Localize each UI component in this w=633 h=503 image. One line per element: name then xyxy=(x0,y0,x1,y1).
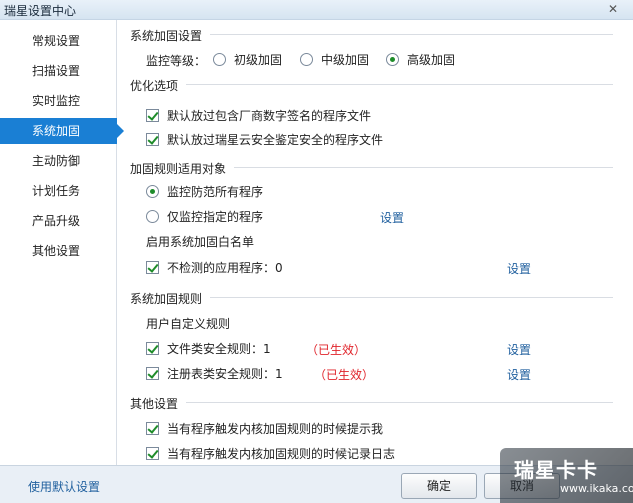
section-divider xyxy=(186,402,613,403)
level-radio-medium[interactable]: 中级加固 xyxy=(300,51,369,68)
option-prompt-me[interactable]: 当有程序触发内核加固规则的时候提示我 xyxy=(146,420,383,437)
level-medium-label: 中级加固 xyxy=(321,53,370,67)
whitelist-option[interactable]: 不检测的应用程序：0 xyxy=(146,259,283,276)
option-allow-cloud[interactable]: 默认放过瑞星云安全鉴定安全的程序文件 xyxy=(146,131,383,148)
close-icon[interactable]: ✕ xyxy=(605,1,621,17)
section-divider xyxy=(210,297,613,298)
rule-registry-label: 注册表类安全规则：1 xyxy=(167,367,283,381)
scope-radio-all[interactable]: 监控防范所有程序 xyxy=(146,183,263,200)
section-title-rules: 系统加固规则 xyxy=(130,292,203,306)
rule-file-label: 文件类安全规则：1 xyxy=(167,342,271,356)
checkbox-icon xyxy=(146,447,159,460)
option-allow-signed[interactable]: 默认放过包含厂商数字签名的程序文件 xyxy=(146,107,371,124)
scope-all-label: 监控防范所有程序 xyxy=(167,185,264,199)
sidebar-item-realtime[interactable]: 实时监控 xyxy=(0,88,117,114)
rule-registry-status: （已生效） xyxy=(314,368,375,382)
checkbox-icon xyxy=(146,422,159,435)
rule-registry-settings-link[interactable]: 设置 xyxy=(507,366,531,383)
section-title-other: 其他设置 xyxy=(130,397,179,411)
section-divider xyxy=(210,34,613,35)
sidebar: 常规设置 扫描设置 实时监控 系统加固 主动防御 计划任务 产品升级 其他设置 xyxy=(0,20,124,465)
scope-specified-label: 仅监控指定的程序 xyxy=(167,210,264,224)
level-basic-label: 初级加固 xyxy=(234,53,283,67)
section-divider xyxy=(186,84,613,85)
whitelist-title: 启用系统加固白名单 xyxy=(146,235,255,249)
sidebar-item-label: 常规设置 xyxy=(32,34,81,48)
sidebar-item-label: 产品升级 xyxy=(32,214,81,228)
sidebar-item-label: 计划任务 xyxy=(32,184,81,198)
section-title-hardening: 系统加固设置 xyxy=(130,29,203,43)
checkbox-icon xyxy=(146,367,159,380)
title-bar: 瑞星设置中心 ✕ xyxy=(0,0,633,20)
whitelist-settings-link[interactable]: 设置 xyxy=(507,260,531,277)
radio-icon xyxy=(386,53,399,66)
level-radio-basic[interactable]: 初级加固 xyxy=(213,51,282,68)
sidebar-item-defense[interactable]: 主动防御 xyxy=(0,148,117,174)
rule-file[interactable]: 文件类安全规则：1 xyxy=(146,340,271,357)
section-divider xyxy=(234,167,613,168)
sidebar-item-scan[interactable]: 扫描设置 xyxy=(0,58,117,84)
watermark-url: www.ikaka.com xyxy=(560,482,633,495)
sidebar-item-label: 主动防御 xyxy=(32,154,81,168)
level-advanced-label: 高级加固 xyxy=(407,53,456,67)
window-title: 瑞星设置中心 xyxy=(4,4,77,18)
use-default-settings-link[interactable]: 使用默认设置 xyxy=(28,478,100,495)
checkbox-icon xyxy=(146,261,159,274)
scope-settings-link[interactable]: 设置 xyxy=(380,209,404,226)
checkbox-icon xyxy=(146,109,159,122)
checkbox-icon xyxy=(146,133,159,146)
level-radio-advanced[interactable]: 高级加固 xyxy=(386,51,455,68)
watermark-logo: 瑞星卡卡 www.ikaka.com xyxy=(500,448,633,503)
sidebar-item-label: 实时监控 xyxy=(32,94,81,108)
custom-rules-title: 用户自定义规则 xyxy=(146,317,231,331)
sidebar-item-schedule[interactable]: 计划任务 xyxy=(0,178,117,204)
sidebar-item-hardening[interactable]: 系统加固 xyxy=(0,118,124,144)
rule-registry[interactable]: 注册表类安全规则：1 xyxy=(146,365,283,382)
level-label: 监控等级： xyxy=(146,54,207,68)
option-label: 当有程序触发内核加固规则的时候记录日志 xyxy=(167,447,396,461)
radio-icon xyxy=(146,185,159,198)
sidebar-item-other[interactable]: 其他设置 xyxy=(0,238,117,264)
checkbox-icon xyxy=(146,342,159,355)
option-label: 默认放过瑞星云安全鉴定安全的程序文件 xyxy=(167,133,384,147)
sidebar-item-label: 系统加固 xyxy=(32,124,81,138)
option-log[interactable]: 当有程序触发内核加固规则的时候记录日志 xyxy=(146,445,395,462)
section-title-scope: 加固规则适用对象 xyxy=(130,162,227,176)
sidebar-item-general[interactable]: 常规设置 xyxy=(0,28,117,54)
whitelist-label: 不检测的应用程序：0 xyxy=(167,261,283,275)
rule-file-settings-link[interactable]: 设置 xyxy=(507,341,531,358)
rule-file-status: （已生效） xyxy=(306,343,367,357)
watermark-text: 瑞星卡卡 xyxy=(514,458,598,482)
radio-icon xyxy=(146,210,159,223)
section-title-optimize: 优化选项 xyxy=(130,79,179,93)
ok-button[interactable]: 确定 xyxy=(401,473,477,499)
option-label: 当有程序触发内核加固规则的时候提示我 xyxy=(167,422,384,436)
sidebar-item-label: 其他设置 xyxy=(32,244,81,258)
radio-icon xyxy=(300,53,313,66)
option-label: 默认放过包含厂商数字签名的程序文件 xyxy=(167,109,372,123)
scope-radio-specified[interactable]: 仅监控指定的程序 xyxy=(146,208,263,225)
sidebar-item-upgrade[interactable]: 产品升级 xyxy=(0,208,117,234)
sidebar-item-label: 扫描设置 xyxy=(32,64,81,78)
radio-icon xyxy=(213,53,226,66)
main-panel: 系统加固设置 监控等级： 初级加固 中级加固 高级加固 优化选项 默认放过包含厂… xyxy=(118,20,633,465)
